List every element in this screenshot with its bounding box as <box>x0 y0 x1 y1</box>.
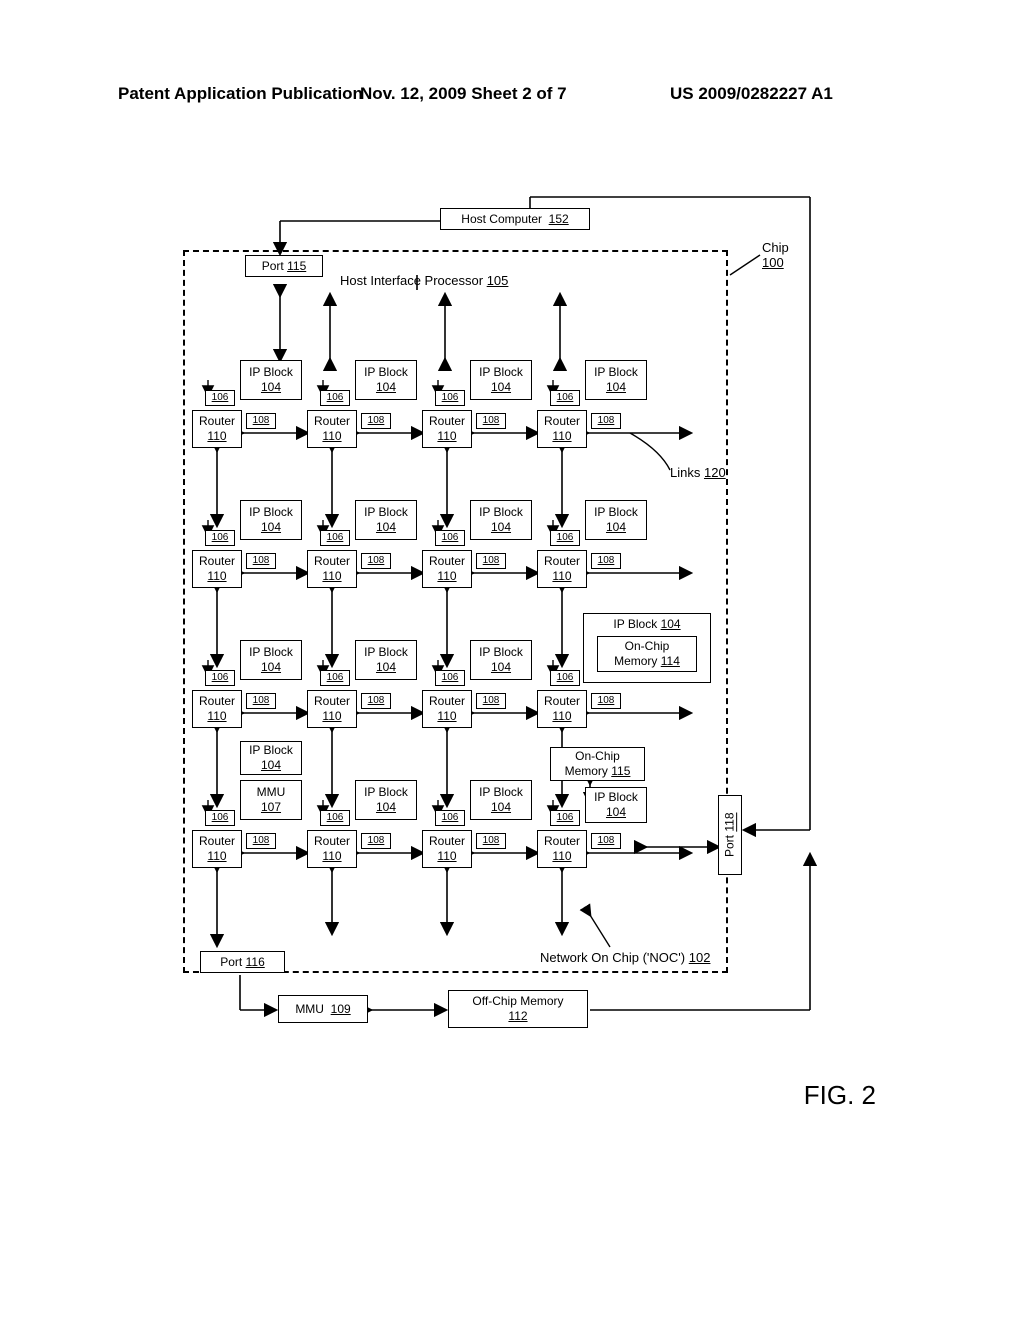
ref-108: 108 <box>246 413 276 429</box>
ip-block: IP Block104 <box>240 640 302 680</box>
port-116: Port 116 <box>200 951 285 973</box>
chip-label: Chip100 <box>762 240 789 270</box>
router: Router110 <box>192 690 242 728</box>
hdr-left: Patent Application Publication <box>118 84 363 104</box>
ref-106: 106 <box>205 390 235 406</box>
router: Router110 <box>307 690 357 728</box>
router: Router110 <box>192 410 242 448</box>
ref-106: 106 <box>435 390 465 406</box>
host-ref: 152 <box>549 212 569 226</box>
router: Router110 <box>307 410 357 448</box>
ref-106: 106 <box>550 390 580 406</box>
router: Router110 <box>537 830 587 868</box>
ref-106: 106 <box>320 810 350 826</box>
ref-106: 106 <box>550 670 580 686</box>
ref-106: 106 <box>205 810 235 826</box>
mmu-107: MMU107 <box>240 780 302 820</box>
off-chip-memory: Off-Chip Memory 112 <box>448 990 588 1028</box>
figure-number: FIG. 2 <box>804 1080 876 1111</box>
ip-block: IP Block104 <box>355 780 417 820</box>
router: Router110 <box>192 550 242 588</box>
ref-106: 106 <box>205 670 235 686</box>
mmu-109: MMU 109 <box>278 995 368 1023</box>
host-computer: Host Computer 152 <box>440 208 590 230</box>
host-label: Host Computer <box>461 212 542 226</box>
ref-106: 106 <box>435 810 465 826</box>
ref-106: 106 <box>320 670 350 686</box>
ip-block: IP Block104 <box>240 360 302 400</box>
diagram-canvas: Host Computer 152 Port 115 Host Interfac… <box>170 195 830 1095</box>
noc-label: Network On Chip ('NOC') 102 <box>540 950 710 965</box>
ref-106: 106 <box>320 390 350 406</box>
port-115: Port 115 <box>245 255 323 277</box>
ip-block: IP Block104 <box>240 500 302 540</box>
ref-106: 106 <box>205 530 235 546</box>
links-label: Links 120 <box>670 465 726 480</box>
router: Router110 <box>422 690 472 728</box>
ip-block: IP Block104 <box>355 640 417 680</box>
ref-106: 106 <box>550 530 580 546</box>
ip-block: IP Block104 <box>355 360 417 400</box>
ip-block: IP Block104 <box>470 640 532 680</box>
router: Router110 <box>537 410 587 448</box>
ip-block: IP Block104 <box>240 741 302 775</box>
ref-106: 106 <box>320 530 350 546</box>
ip-block-with-ocm: IP Block 104 On-Chip Memory 114 <box>583 613 711 683</box>
ip-block: IP Block104 <box>355 500 417 540</box>
ref-108: 108 <box>361 413 391 429</box>
ref-108: 108 <box>476 553 506 569</box>
ref-108: 108 <box>476 693 506 709</box>
ref-106: 106 <box>435 530 465 546</box>
ref-108: 108 <box>246 693 276 709</box>
on-chip-memory-114: On-Chip Memory 114 <box>597 636 697 672</box>
ref-108: 108 <box>591 413 621 429</box>
port115-ref: 115 <box>287 259 306 273</box>
ip-block: IP Block104 <box>470 780 532 820</box>
ip-block: IP Block104 <box>585 500 647 540</box>
ref-106: 106 <box>435 670 465 686</box>
router: Router110 <box>537 550 587 588</box>
ip-block: IP Block104 <box>585 360 647 400</box>
ip-block: IP Block104 <box>470 360 532 400</box>
router: Router110 <box>422 830 472 868</box>
router: Router110 <box>537 690 587 728</box>
ref-108: 108 <box>361 833 391 849</box>
ref-108: 108 <box>476 833 506 849</box>
ref-106: 106 <box>550 810 580 826</box>
on-chip-memory-115: On-Chip Memory 115 <box>550 747 645 781</box>
ref-108: 108 <box>246 833 276 849</box>
router: Router110 <box>192 830 242 868</box>
router: Router110 <box>422 410 472 448</box>
ref-108: 108 <box>246 553 276 569</box>
router: Router110 <box>307 550 357 588</box>
router: Router110 <box>307 830 357 868</box>
ref-108: 108 <box>361 553 391 569</box>
hip-label: Host Interface Processor 105 <box>340 273 508 288</box>
hdr-right: US 2009/0282227 A1 <box>670 84 833 104</box>
ref-108: 108 <box>591 833 621 849</box>
ip-block: IP Block104 <box>470 500 532 540</box>
ref-108: 108 <box>361 693 391 709</box>
port-118: Port 118 <box>718 795 742 875</box>
ref-108: 108 <box>476 413 506 429</box>
router: Router110 <box>422 550 472 588</box>
port115-label: Port <box>262 259 284 273</box>
hdr-mid: Nov. 12, 2009 Sheet 2 of 7 <box>360 84 567 104</box>
ip-block: IP Block104 <box>585 787 647 823</box>
ref-108: 108 <box>591 693 621 709</box>
ref-108: 108 <box>591 553 621 569</box>
